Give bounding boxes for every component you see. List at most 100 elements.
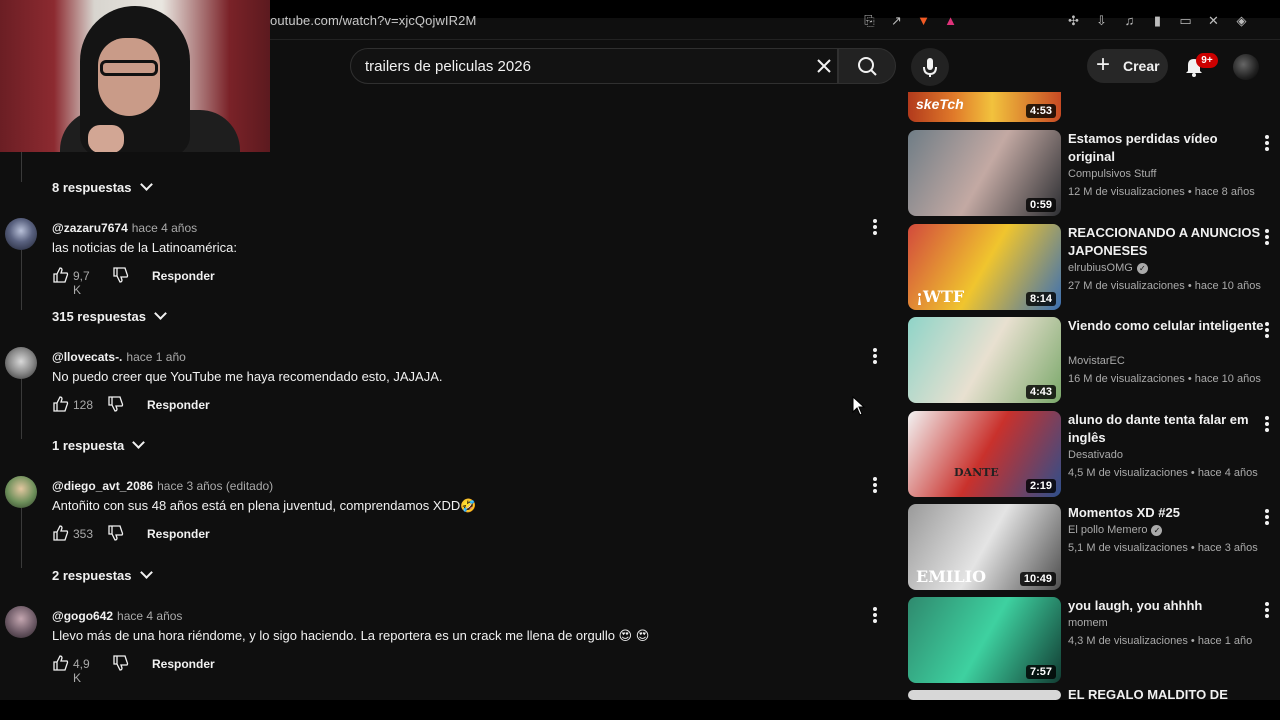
reply-button[interactable]: Responder [152,269,215,283]
reply-button[interactable]: Responder [147,398,210,412]
browser-extension-icons: ✣ ⇩ ♫ ▮ ▭ ✕ ◈ [1066,14,1249,28]
recommended-video[interactable]: ¡WTF 8:14 REACCIONANDO A ANUNCIOS JAPONESE… [908,224,1280,310]
brave-shield-icon[interactable]: ▼ [916,14,931,28]
video-channel[interactable]: Desativado [1068,449,1123,461]
video-menu-button[interactable] [1262,134,1272,152]
video-title[interactable]: aluno do dante tenta falar em inglês [1068,411,1264,447]
video-thumbnail[interactable] [908,690,1061,700]
avatar[interactable] [5,218,37,250]
sidebar-icon[interactable]: ▮ [1150,14,1165,28]
video-channel[interactable]: MovistarEC [1068,355,1125,367]
video-thumbnail[interactable]: 7:57 [908,597,1061,683]
comment-author[interactable]: @gogo642 [52,609,113,623]
video-title[interactable]: Viendo como celular inteligente [1068,317,1264,335]
video-title[interactable]: Estamos perdidas vídeo original [1068,130,1264,166]
avatar[interactable] [5,606,37,638]
dislike-icon[interactable] [107,524,125,542]
video-thumbnail-partial[interactable]: skeTch 4:53 [908,92,1061,122]
recommended-video[interactable]: EMILIO 10:49 Momentos XD #25 El pollo Memer… [908,504,1280,590]
comment-menu-button[interactable] [870,347,880,365]
replies-toggle[interactable]: 8 respuestas [52,178,153,195]
recommended-video[interactable]: 0:59 Estamos perdidas vídeo original Compu… [908,130,1280,216]
video-duration: 4:53 [1025,104,1056,118]
video-meta: 16 M de visualizaciones • hace 10 años [1068,373,1261,385]
recommended-video[interactable]: 7:57 you laugh, you ahhhh momem 4,3 M de vi… [908,597,1280,683]
comment-header: @gogo642 hace 4 años [52,609,182,623]
account-avatar[interactable] [1233,54,1259,80]
tools-icon[interactable]: ✕ [1206,14,1221,28]
download-icon[interactable]: ⇩ [1094,14,1109,28]
video-channel[interactable]: elrubiusOMG ✓ [1068,262,1148,274]
create-button[interactable]: + Crear [1087,49,1168,83]
video-thumbnail[interactable]: 4:43 [908,317,1061,403]
comment-menu-button[interactable] [870,606,880,624]
comment-time[interactable]: hace 1 año [126,350,185,364]
video-title[interactable]: REACCIONANDO A ANUNCIOS JAPONESES [1068,224,1264,260]
share-icon[interactable]: ↗ [889,14,904,28]
video-menu-button[interactable] [1262,228,1272,246]
video-menu-button[interactable] [1262,321,1272,339]
extension-icon[interactable]: ✣ [1066,14,1081,28]
video-menu-button[interactable] [1262,415,1272,433]
microphone-icon [923,58,937,77]
comment-author[interactable]: @llovecats-. [52,350,122,364]
comment-time[interactable]: hace 4 años [132,221,197,235]
recommendation-partial[interactable]: EL REGALO MALDITO DE [908,690,1280,700]
search-button[interactable] [838,48,896,84]
video-thumbnail[interactable]: DANTE 2:19 [908,411,1061,497]
video-title[interactable]: you laugh, you ahhhh [1068,597,1264,615]
music-icon[interactable]: ♫ [1122,14,1137,28]
video-age: hace 3 años [1197,542,1258,554]
like-count: 9,7 K [73,269,90,297]
video-channel[interactable]: momem [1068,617,1108,629]
video-title[interactable]: EL REGALO MALDITO DE [1068,690,1264,700]
video-title[interactable]: Momentos XD #25 [1068,504,1264,522]
comment-time[interactable]: hace 4 años [117,609,182,623]
replies-toggle[interactable]: 1 respuesta [52,436,146,453]
video-age: hace 1 año [1197,635,1253,647]
avatar[interactable] [5,347,37,379]
video-channel[interactable]: Compulsivos Stuff [1068,168,1156,180]
recommended-video[interactable]: DANTE 2:19 aluno do dante tenta falar em i… [908,411,1280,497]
video-views: 5,1 M de visualizaciones [1068,542,1188,554]
video-menu-button[interactable] [1262,508,1272,526]
comment-header: @llovecats-. hace 1 año [52,350,186,364]
video-views: 12 M de visualizaciones [1068,186,1185,198]
avatar[interactable] [5,476,37,508]
search-input[interactable]: trailers de peliculas 2026 [365,58,531,75]
tabs-icon[interactable]: ▭ [1178,14,1193,28]
like-icon[interactable] [52,654,70,672]
webcam-overlay [0,0,270,152]
like-icon[interactable] [52,395,70,413]
comment-menu-button[interactable] [870,476,880,494]
recommended-video[interactable]: 4:43 Viendo como celular inteligente Movis… [908,317,1280,403]
comment-author[interactable]: @diego_avt_2086 [52,479,153,493]
video-duration: 4:43 [1025,385,1056,399]
video-menu-button[interactable] [1262,601,1272,619]
like-icon[interactable] [52,524,70,542]
address-bar-url[interactable]: outube.com/watch?v=xjcQojwIR2M [270,13,476,28]
video-thumbnail[interactable]: EMILIO 10:49 [908,504,1061,590]
dislike-icon[interactable] [107,395,125,413]
dislike-icon[interactable] [112,266,130,284]
create-label: Crear [1123,58,1160,74]
video-channel[interactable]: El pollo Memero ✓ [1068,524,1163,536]
brave-rewards-icon[interactable]: ▲ [943,14,958,28]
video-thumbnail[interactable]: 0:59 [908,130,1061,216]
replies-toggle[interactable]: 2 respuestas [52,566,153,583]
translate-icon[interactable]: ⎘ [862,14,877,28]
comment-time[interactable]: hace 3 años (editado) [157,479,273,493]
search-box[interactable]: trailers de peliculas 2026 [350,48,838,84]
clear-search-button[interactable] [810,52,838,80]
comment-menu-button[interactable] [870,218,880,236]
like-icon[interactable] [52,266,70,284]
replies-toggle[interactable]: 315 respuestas [52,307,167,324]
voice-search-button[interactable] [911,48,949,86]
reply-button[interactable]: Responder [152,657,215,671]
video-thumbnail[interactable]: ¡WTF 8:14 [908,224,1061,310]
comment: @gogo642 hace 4 años Llevo más de una hor… [0,606,900,686]
reply-button[interactable]: Responder [147,527,210,541]
dislike-icon[interactable] [112,654,130,672]
vpn-icon[interactable]: ◈ [1234,14,1249,28]
comment-author[interactable]: @zazaru7674 [52,221,128,235]
